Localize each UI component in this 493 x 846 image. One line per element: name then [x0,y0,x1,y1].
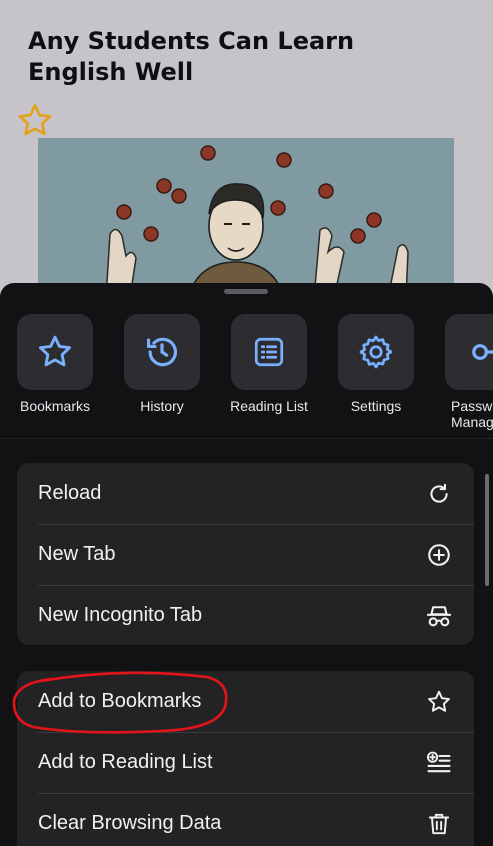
settings-label: Settings [350,398,402,414]
add-to-list-icon [424,748,454,778]
history-label: History [140,398,184,414]
new-incognito-tab-label: New Incognito Tab [38,604,203,626]
password-manager-action[interactable]: Passw Manag [445,314,493,430]
clear-browsing-data-label: Clear Browsing Data [38,812,222,834]
password-manager-label: Passw Manag [451,398,493,430]
reading-list-icon [254,337,284,367]
history-tile[interactable] [124,314,200,390]
add-to-reading-list-label: Add to Reading List [38,751,213,773]
password-manager-tile[interactable] [445,314,493,390]
new-tab-label: New Tab [38,543,116,565]
bookmarks-tile[interactable] [17,314,93,390]
add-to-reading-list-item[interactable]: Add to Reading List [17,732,474,793]
reload-label: Reload [38,482,102,504]
reading-list-label: Reading List [230,398,308,414]
incognito-icon [424,601,454,631]
clear-browsing-data-item[interactable]: Clear Browsing Data [17,793,474,846]
settings-action[interactable]: Settings [321,314,431,414]
reading-list-action[interactable]: Reading List [214,314,324,414]
settings-tile[interactable] [338,314,414,390]
article-title: Any Students Can Learn English Well [28,27,355,86]
history-icon [146,337,178,367]
bookmark-star-icon[interactable] [16,102,54,140]
add-to-bookmarks-item[interactable]: Add to Bookmarks [17,671,474,732]
quick-actions-row: Bookmarks History Reading List Settings … [0,314,493,438]
sheet-grabber[interactable] [224,289,268,294]
key-icon [472,344,493,360]
menu-group-page: Add to Bookmarks Add to Reading List Cle… [17,671,474,846]
section-divider [0,438,493,439]
bookmarks-action[interactable]: Bookmarks [0,314,110,414]
reload-icon [424,479,454,509]
history-action[interactable]: History [107,314,217,414]
star-icon [39,335,71,367]
add-to-bookmarks-label: Add to Bookmarks [38,690,202,712]
bookmarks-label: Bookmarks [19,398,91,414]
trash-icon [424,809,454,839]
new-incognito-tab-item[interactable]: New Incognito Tab [17,585,474,645]
star-outline-icon [424,687,454,717]
article-illustration [38,138,454,298]
plus-circle-icon [424,540,454,570]
reload-item[interactable]: Reload [17,463,474,524]
menu-group-browsing: Reload New Tab New Incognito Tab [17,463,474,645]
reading-list-tile[interactable] [231,314,307,390]
new-tab-item[interactable]: New Tab [17,524,474,585]
gear-icon [359,335,393,369]
menu-scrollbar[interactable] [485,474,489,586]
overflow-menu-sheet: Bookmarks History Reading List Settings … [0,283,493,846]
